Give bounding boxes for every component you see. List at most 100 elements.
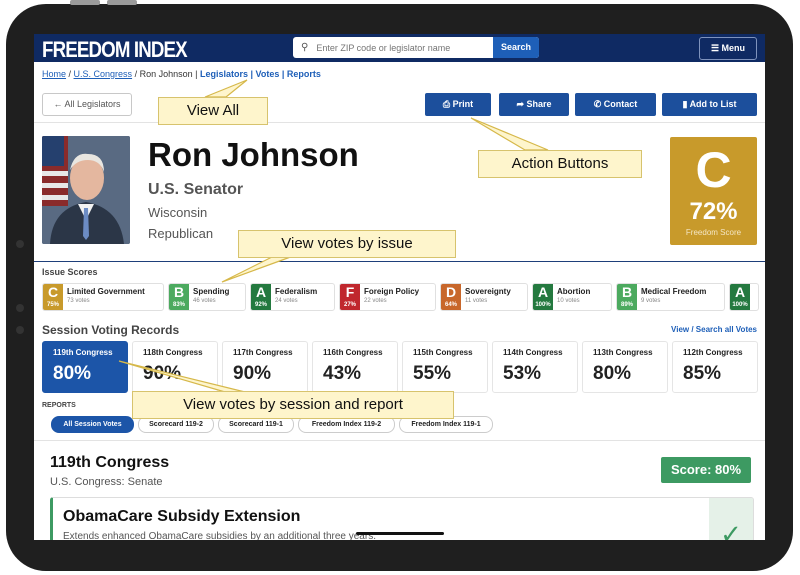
issue-percent: 27% — [343, 302, 356, 308]
session-label: 119th Congress — [53, 348, 113, 357]
issue-vote-count: 24 votes — [275, 298, 298, 304]
session-percent: 80% — [53, 363, 92, 384]
issue-percent: 100% — [732, 302, 748, 308]
checkmark-icon: ✓ — [709, 498, 753, 540]
issue-vote-count: 11 votes — [465, 298, 488, 304]
issue-name: Federalism — [275, 287, 318, 296]
session-card[interactable]: 115th Congress 55% — [402, 341, 488, 393]
side-sensor — [16, 304, 24, 312]
breadcrumb-congress[interactable]: U.S. Congress — [74, 69, 133, 79]
issue-grade-badge: A 92% — [251, 284, 271, 310]
link-legislators[interactable]: Legislators — [200, 69, 248, 79]
view-all-votes-link[interactable]: View / Search all Votes — [671, 325, 757, 334]
session-card[interactable]: 112th Congress 85% — [672, 341, 758, 393]
issue-grade: C — [47, 284, 59, 300]
menu-button[interactable]: ☰ Menu — [699, 37, 757, 60]
session-card[interactable]: 117th Congress 90% — [222, 341, 308, 393]
legislator-name: Ron Johnson — [148, 136, 359, 173]
add-to-list-button[interactable]: ▮ Add to List — [662, 93, 757, 116]
legislator-photo — [42, 136, 130, 244]
issue-grade-badge: B 83% — [169, 284, 189, 310]
side-sensor — [16, 326, 24, 334]
link-reports[interactable]: Reports — [287, 69, 321, 79]
site-logo[interactable]: FREEDOM INDEX — [42, 37, 188, 63]
search-icon: ⚲ — [301, 42, 309, 53]
issue-card[interactable]: B 89% Medical Freedom 9 votes — [616, 283, 725, 311]
issue-name: Medical Freedom — [641, 287, 707, 296]
search-button[interactable]: Search — [492, 37, 539, 58]
issue-grade-badge: C 75% — [43, 284, 63, 310]
search-input[interactable] — [314, 41, 493, 54]
volume-button — [70, 0, 100, 5]
session-card[interactable]: 114th Congress 53% — [492, 341, 578, 393]
issue-card[interactable]: A 92% Federalism 24 votes — [250, 283, 335, 311]
session-records-heading: Session Voting Records — [42, 323, 180, 337]
session-card[interactable]: 118th Congress 90% — [132, 341, 218, 393]
issue-grade-badge: F 27% — [340, 284, 360, 310]
bookmark-icon: ▮ — [682, 99, 688, 109]
issue-percent: 92% — [254, 302, 267, 308]
session-score-badge: Score: 80% — [661, 457, 751, 483]
search-bar: ⚲ Search — [293, 37, 539, 58]
issue-grade-badge: A 100% — [533, 284, 553, 310]
issue-grade: B — [621, 284, 633, 300]
vote-description: Extends enhanced ObamaCare subsidies by … — [63, 531, 376, 540]
issue-card[interactable]: D 64% Sovereignty 11 votes — [440, 283, 528, 311]
all-legislators-button[interactable]: ← All Legislators — [42, 93, 132, 116]
session-percent: 55% — [413, 363, 452, 384]
annotation-votes-by-session: View votes by session and report — [132, 391, 454, 419]
app-screen: FREEDOM INDEX ⚲ Search ☰ Menu Home / U.S… — [34, 34, 765, 540]
issue-grade: B — [173, 284, 185, 300]
vote-title: ObamaCare Subsidy Extension — [63, 508, 301, 525]
section-divider — [34, 261, 765, 262]
session-label: 112th Congress — [683, 348, 743, 357]
share-button[interactable]: ➦ Share — [499, 93, 569, 116]
issue-name: Foreign Policy — [364, 287, 420, 296]
issue-grade: A — [734, 284, 746, 300]
issue-vote-count: 9 votes — [641, 298, 661, 304]
issue-card[interactable]: F 27% Foreign Policy 22 votes — [339, 283, 436, 311]
session-card[interactable]: 113th Congress 80% — [582, 341, 668, 393]
issue-percent: 100% — [535, 302, 551, 308]
divider — [34, 440, 765, 441]
link-votes[interactable]: Votes — [256, 69, 280, 79]
issue-grade: D — [445, 284, 457, 300]
contact-button[interactable]: ✆ Contact — [575, 93, 656, 116]
freedom-score-label: Freedom Score — [685, 228, 742, 237]
report-pill[interactable]: All Session Votes — [51, 416, 134, 433]
volume-button — [107, 0, 137, 5]
divider — [34, 122, 765, 123]
issue-percent: 89% — [620, 302, 633, 308]
reports-heading: REPORTS — [42, 402, 76, 409]
breadcrumb-home[interactable]: Home — [42, 69, 66, 79]
issue-grade: A — [255, 284, 267, 300]
issue-percent: 83% — [172, 302, 185, 308]
issue-card[interactable]: B 83% Spending 46 votes — [168, 283, 246, 311]
annotation-votes-by-issue: View votes by issue — [238, 230, 456, 258]
issue-scores-heading: Issue Scores — [42, 267, 98, 277]
issue-card[interactable]: C 75% Limited Government 73 votes — [42, 283, 164, 311]
top-navbar: FREEDOM INDEX ⚲ Search ☰ Menu — [34, 34, 765, 62]
session-label: 116th Congress — [323, 348, 383, 357]
issue-grade: A — [537, 284, 549, 300]
session-card[interactable]: 116th Congress 43% — [312, 341, 398, 393]
issue-grade-badge: B 89% — [617, 284, 637, 310]
session-percent: 90% — [233, 363, 272, 384]
issue-grade: F — [345, 284, 355, 300]
session-card[interactable]: 119th Congress 80% — [42, 341, 128, 393]
issue-card[interactable]: A 100% Abortion 10 votes — [532, 283, 612, 311]
share-icon: ➦ — [516, 99, 524, 109]
legislator-party: Republican — [148, 226, 214, 241]
overall-grade: C — [695, 142, 732, 198]
issue-grade-badge: A 100% — [730, 284, 750, 310]
freedom-score-card: C 72% Freedom Score — [670, 137, 757, 245]
session-percent: 80% — [593, 363, 632, 384]
issue-name: Abortion — [557, 287, 591, 296]
legislator-title: U.S. Senator — [148, 181, 244, 198]
session-percent: 53% — [503, 363, 542, 384]
selected-chamber: U.S. Congress: Senate — [50, 476, 163, 488]
issue-vote-count: 22 votes — [364, 298, 387, 304]
print-button[interactable]: ⎙ Print — [425, 93, 491, 116]
issue-card[interactable]: A 100% — [729, 283, 759, 311]
side-sensor — [16, 240, 24, 248]
